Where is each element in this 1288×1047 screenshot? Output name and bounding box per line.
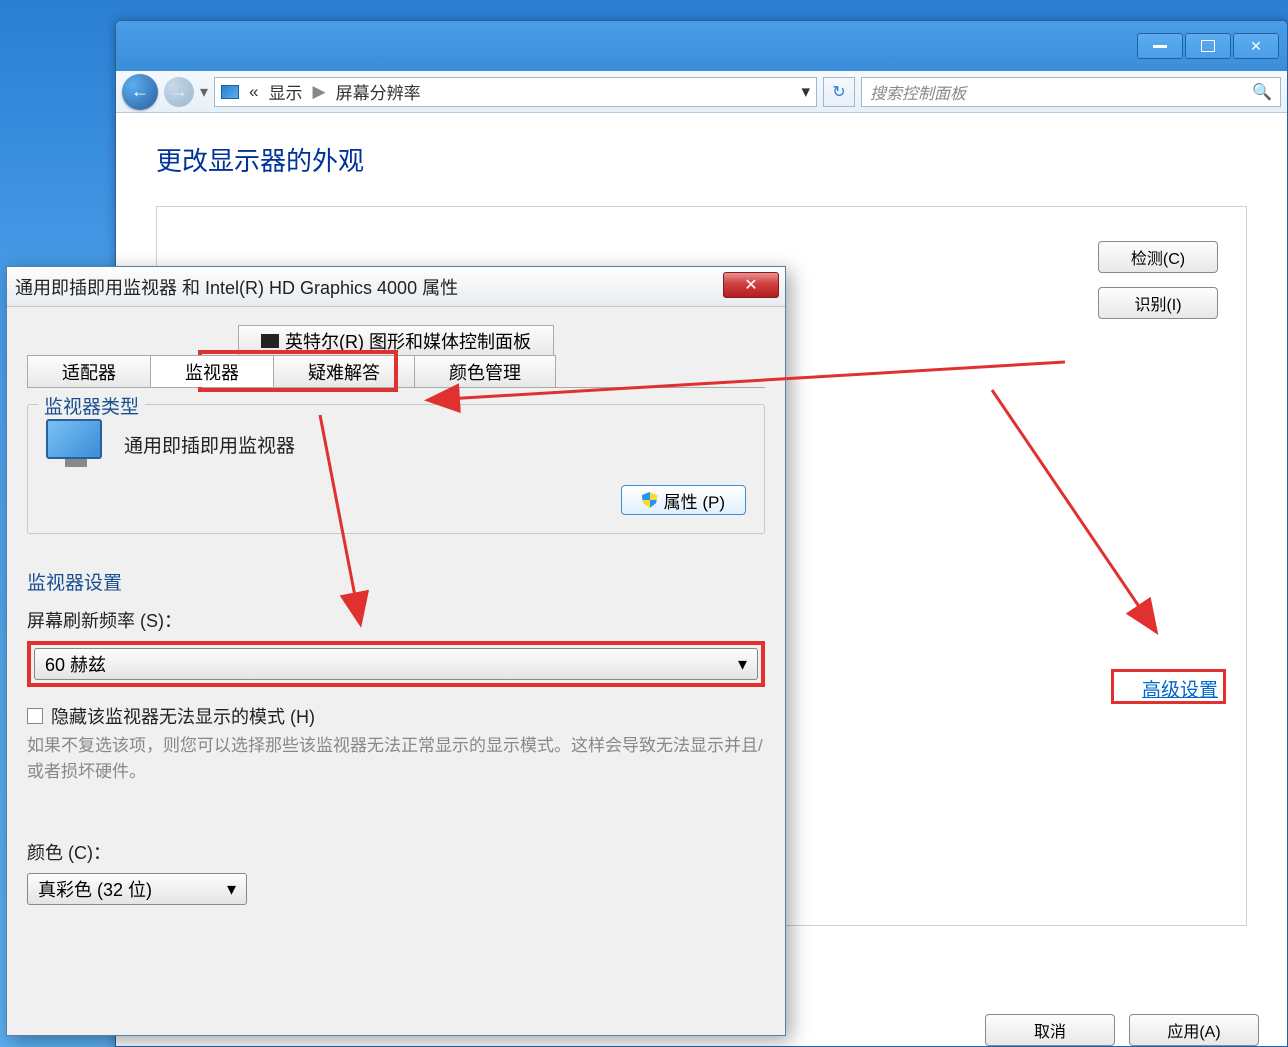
tab-troubleshoot[interactable]: 疑难解答 (273, 355, 415, 387)
page-title: 更改显示器的外观 (156, 141, 1247, 178)
dropdown-arrow-icon: ▾ (227, 879, 236, 900)
shield-icon (642, 492, 658, 508)
minimize-button[interactable] (1137, 33, 1183, 59)
titlebar: ✕ (116, 21, 1287, 71)
hide-modes-checkbox[interactable] (27, 708, 43, 724)
refresh-rate-label: 屏幕刷新频率 (S)： (27, 607, 765, 633)
identify-button[interactable]: 识别(I) (1098, 287, 1218, 319)
close-x-icon: ✕ (744, 275, 757, 295)
breadcrumb-chevron: « (249, 82, 258, 102)
search-placeholder: 搜索控制面板 (870, 80, 966, 104)
maximize-button[interactable] (1185, 33, 1231, 59)
highlight-refresh-dropdown: 60 赫兹 ▾ (27, 641, 765, 687)
refresh-icon: ↻ (832, 82, 845, 102)
breadcrumb-separator: ▶ (313, 82, 326, 102)
tab-color-management[interactable]: 颜色管理 (414, 355, 556, 387)
search-icon: 🔍 (1252, 82, 1272, 102)
dropdown-arrow-icon: ▾ (738, 654, 747, 675)
monitor-icon (46, 419, 106, 469)
nav-dropdown-icon[interactable]: ▾ (200, 82, 208, 102)
forward-arrow-icon: → (170, 81, 188, 102)
breadcrumb-level1[interactable]: 显示 (269, 79, 303, 104)
refresh-rate-dropdown[interactable]: 60 赫兹 ▾ (34, 648, 758, 680)
color-label: 颜色 (C)： (27, 839, 765, 865)
breadcrumb-level2[interactable]: 屏幕分辨率 (336, 79, 421, 104)
monitor-settings-title: 监视器设置 (27, 568, 765, 595)
address-dropdown-icon[interactable]: ▾ (801, 82, 810, 102)
tab-monitor[interactable]: 监视器 (150, 355, 274, 387)
monitor-settings-group: 监视器设置 屏幕刷新频率 (S)： 60 赫兹 ▾ 隐藏该监视器无法显示的模式 … (27, 554, 765, 923)
color-value: 真彩色 (32 位) (38, 876, 152, 902)
close-icon: ✕ (1250, 38, 1262, 55)
refresh-button[interactable]: ↻ (823, 77, 855, 107)
monitor-properties-button[interactable]: 属性 (P) (621, 485, 746, 515)
maximize-icon (1201, 40, 1215, 52)
close-button[interactable]: ✕ (1233, 33, 1279, 59)
hide-modes-checkbox-row[interactable]: 隐藏该监视器无法显示的模式 (H) (27, 703, 765, 729)
highlight-advanced (1111, 669, 1226, 704)
refresh-rate-value: 60 赫兹 (45, 651, 106, 677)
hide-modes-label: 隐藏该监视器无法显示的模式 (H) (51, 703, 315, 729)
hide-modes-hint: 如果不复选该项，则您可以选择那些该监视器无法正常显示的显示模式。这样会导致无法显… (27, 733, 765, 784)
color-dropdown[interactable]: 真彩色 (32 位) ▾ (27, 873, 247, 905)
intel-icon (261, 334, 279, 348)
apply-button[interactable]: 应用(A) (1129, 1014, 1259, 1046)
dialog-close-button[interactable]: ✕ (723, 272, 779, 298)
tab-intel-label: 英特尔(R) 图形和媒体控制面板 (285, 328, 531, 354)
detect-button[interactable]: 检测(C) (1098, 241, 1218, 273)
monitor-name: 通用即插即用监视器 (124, 431, 295, 458)
address-bar[interactable]: « 显示 ▶ 屏幕分辨率 ▾ (214, 77, 817, 107)
dialog-titlebar: 通用即插即用监视器 和 Intel(R) HD Graphics 4000 属性… (7, 267, 785, 307)
minimize-icon (1153, 45, 1167, 48)
properties-btn-label: 属性 (P) (664, 488, 725, 513)
back-arrow-icon: ← (131, 81, 149, 102)
tab-adapter[interactable]: 适配器 (27, 355, 151, 387)
monitor-type-title: 监视器类型 (38, 392, 145, 419)
dialog-title: 通用即插即用监视器 和 Intel(R) HD Graphics 4000 属性 (15, 274, 458, 300)
tab-intel-graphics[interactable]: 英特尔(R) 图形和媒体控制面板 (238, 325, 554, 355)
cancel-button[interactable]: 取消 (985, 1014, 1115, 1046)
monitor-properties-dialog: 通用即插即用监视器 和 Intel(R) HD Graphics 4000 属性… (6, 266, 786, 1036)
monitor-type-group: 监视器类型 通用即插即用监视器 属性 (P) (27, 404, 765, 534)
display-icon (221, 85, 239, 99)
nav-back-button[interactable]: ← (122, 74, 158, 110)
navigation-bar: ← → ▾ « 显示 ▶ 屏幕分辨率 ▾ ↻ 搜索控制面板 🔍 (116, 71, 1287, 113)
search-input[interactable]: 搜索控制面板 🔍 (861, 77, 1281, 107)
nav-forward-button[interactable]: → (164, 77, 194, 107)
